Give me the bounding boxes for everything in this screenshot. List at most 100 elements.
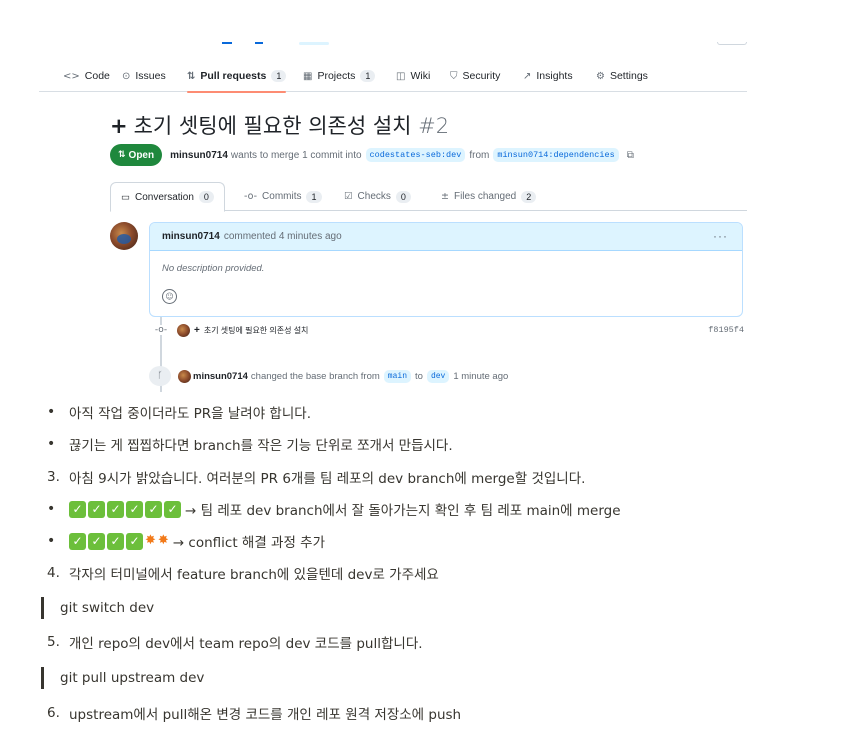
code-quote: git switch dev: [41, 597, 154, 619]
commit-sha[interactable]: f8195f4: [708, 325, 744, 335]
tab-label: Wiki: [410, 70, 431, 82]
tab-counter: 2: [521, 190, 537, 203]
pr-author-link[interactable]: minsun0714: [170, 150, 228, 161]
list-item-text: 끊기는 게 찝찝하다면 branch를 작은 기능 단위로 쪼개서 만듭시다.: [69, 438, 453, 454]
commit-row: -o- + 초기 셋팅에 필요한 의존성 설치 f8195f4: [154, 323, 744, 337]
quote-text: git switch dev: [60, 600, 155, 616]
checks-icon: ☑: [344, 191, 353, 202]
comment-body: No description provided.: [162, 263, 265, 274]
quote-text: git pull upstream dev: [60, 670, 205, 686]
avatar[interactable]: [177, 323, 190, 337]
tab-label: Conversation: [134, 191, 194, 203]
tab-pull-requests[interactable]: ⇅ Pull requests 1: [187, 60, 287, 93]
git-branch-icon: ᚴ: [149, 366, 171, 386]
tab-checks[interactable]: ☑ Checks 0: [344, 182, 411, 211]
item-number: 4.: [47, 565, 60, 581]
pr-number: #2: [418, 114, 450, 138]
to-text: to: [415, 370, 423, 382]
commit-message[interactable]: 초기 셋팅에 필요한 의존성 설치: [204, 325, 309, 336]
pr-meta: ⇅ Open minsun0714 wants to merge 1 commi…: [110, 144, 634, 166]
comment-author[interactable]: minsun0714: [162, 231, 220, 242]
tab-settings[interactable]: ⚙ Settings: [596, 60, 648, 92]
item-number: 6.: [47, 705, 60, 721]
event-time[interactable]: 1 minute ago: [453, 371, 508, 382]
item-number: 5.: [47, 634, 60, 650]
comment-meta[interactable]: commented 4 minutes ago: [224, 231, 342, 242]
code-quote: git pull upstream dev: [41, 667, 204, 689]
event-author[interactable]: minsun0714: [193, 371, 248, 382]
check-icon: ✓: [126, 500, 143, 518]
list-item: • 끊기는 게 찝찝하다면 branch를 작은 기능 단위로 쪼개서 만듭시다…: [47, 432, 453, 456]
to-branch[interactable]: dev: [426, 369, 450, 383]
tab-commits[interactable]: -o- Commits 1: [244, 182, 322, 211]
wiki-icon: ◫: [396, 70, 406, 82]
pr-tabs: ▭ Conversation 0 -o- Commits 1 ☑ Checks …: [110, 182, 747, 212]
merge-text: wants to merge 1 commit into: [230, 149, 362, 161]
bullet: •: [47, 533, 56, 549]
tab-counter: 1: [306, 190, 322, 203]
list-item: • 아직 작업 중이더라도 PR을 날려야 합니다.: [47, 400, 311, 424]
pr-title: + 초기 셋팅에 필요한 의존성 설치 #2: [110, 110, 449, 140]
base-branch[interactable]: codestates-seb:dev: [365, 148, 466, 162]
tab-label: Files changed: [453, 191, 517, 202]
tab-counter: 1: [271, 70, 287, 82]
pull-request-icon: ⇅: [187, 70, 196, 82]
repo-nav: <> Code ⊙ Issues ⇅ Pull requests 1 ▦ Pro…: [39, 60, 747, 93]
check-emojis: ✓ ✓ ✓ ✓ ✓ ✓: [69, 500, 183, 518]
gear-icon: ⚙: [596, 70, 605, 82]
tab-label: Code: [84, 70, 110, 82]
tab-label: Pull requests: [200, 70, 267, 82]
smiley-icon[interactable]: ☺: [162, 289, 177, 304]
tab-label: Commits: [262, 191, 302, 202]
tab-label: Issues: [135, 70, 166, 82]
comment-box: minsun0714 commented 4 minutes ago ··· N…: [149, 222, 743, 317]
bullet: •: [47, 436, 56, 452]
commit-icon: -o-: [154, 325, 168, 335]
tab-code[interactable]: <> Code: [63, 60, 110, 92]
tab-insights[interactable]: ↗ Insights: [523, 60, 573, 92]
graph-icon: ↗: [523, 70, 532, 82]
check-icon: ✓: [88, 500, 105, 518]
tab-issues[interactable]: ⊙ Issues: [122, 60, 166, 92]
tab-files-changed[interactable]: ± Files changed 2: [441, 182, 537, 211]
avatar[interactable]: [178, 369, 191, 383]
check-icon: ✓: [107, 532, 124, 550]
pull-request-icon: ⇅: [118, 150, 126, 160]
check-icon: ✓: [145, 500, 162, 518]
tab-security[interactable]: ⛉ Security: [450, 60, 500, 92]
issue-icon: ⊙: [122, 70, 131, 82]
tab-projects[interactable]: ▦ Projects 1: [303, 60, 376, 92]
list-item: • ✓ ✓ ✓ ✓ ✓ ✓ → 팀 레포 dev branch에서 잘 돌아가는지 확인 …: [47, 497, 621, 521]
from-branch[interactable]: main: [383, 369, 411, 383]
projects-icon: ▦: [303, 70, 313, 82]
pr-title-text: 초기 셋팅에 필요한 의존성 설치: [133, 114, 412, 138]
tab-counter: 0: [395, 190, 411, 203]
list-item-text: 각자의 터미널에서 feature branch에 있을텐데 dev로 가주세요: [69, 567, 439, 583]
plus-icon: +: [110, 114, 128, 138]
github-pr-screenshot: <> Code ⊙ Issues ⇅ Pull requests 1 ▦ Pro…: [39, 42, 747, 392]
copy-icon[interactable]: ⧉: [627, 150, 634, 161]
tab-label: Checks: [357, 191, 391, 202]
shield-icon: ⛉: [450, 70, 458, 82]
conversation-icon: ▭: [121, 191, 130, 203]
head-branch[interactable]: minsun0714:dependencies: [493, 148, 619, 162]
plus-icon: +: [194, 324, 200, 336]
tab-conversation[interactable]: ▭ Conversation 0: [110, 182, 225, 212]
list-item-text: → conflict 해결 과정 추가: [172, 535, 326, 551]
check-icon: ✓: [126, 532, 143, 550]
status-badge: ⇅ Open: [110, 144, 163, 166]
tab-label: Projects: [317, 70, 356, 82]
top-nav-remnant: [39, 42, 747, 46]
item-number: 3.: [47, 469, 60, 485]
comment-header: minsun0714 commented 4 minutes ago ···: [150, 223, 742, 251]
files-icon: ±: [441, 191, 449, 202]
list-item: • ✓ ✓ ✓ ✓ ✸ ✸ → conflict 해결 과정 추가: [47, 529, 325, 553]
list-item-text: → 팀 레포 dev branch에서 잘 돌아가는지 확인 후 팀 레포 ma…: [185, 503, 621, 519]
from-text: from: [469, 149, 490, 161]
check-icon: ✓: [88, 532, 105, 550]
collision-icon: ✸: [145, 532, 156, 548]
tab-wiki[interactable]: ◫ Wiki: [396, 60, 430, 92]
avatar[interactable]: [110, 222, 138, 250]
kebab-menu-icon[interactable]: ···: [713, 229, 728, 243]
bullet: •: [47, 501, 56, 517]
